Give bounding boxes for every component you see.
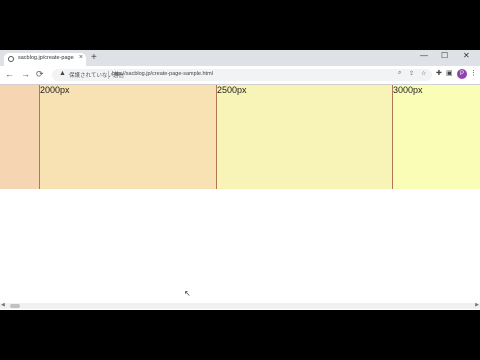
toolbar: ← → ⟳ ▲ 保護されていない通信 http://sacblog.jp/cre… <box>0 66 480 85</box>
share-icon[interactable]: ⇪ <box>409 70 414 77</box>
band-label: 3000px <box>393 85 423 95</box>
band-label: 2000px <box>40 85 70 95</box>
forward-button[interactable]: → <box>21 69 30 79</box>
window-close-button[interactable]: ✕ <box>463 51 470 60</box>
width-band-2000: 2000px <box>39 85 217 189</box>
scrollbar-thumb[interactable] <box>10 304 20 308</box>
zoom-icon[interactable]: ⌕ <box>398 70 401 77</box>
extensions-icon[interactable]: ✚ <box>436 69 442 77</box>
width-band-1500 <box>0 85 39 189</box>
band-label: 2500px <box>217 85 247 95</box>
maximize-button[interactable]: ☐ <box>441 51 448 60</box>
sidebar-icon[interactable]: ▣ <box>446 69 453 77</box>
omnibox-divider <box>108 71 109 79</box>
width-band-3000: 3000px <box>392 85 480 189</box>
address-bar[interactable]: ▲ 保護されていない通信 http://sacblog.jp/create-pa… <box>52 69 432 81</box>
reload-button[interactable]: ⟳ <box>36 69 44 79</box>
minimize-button[interactable]: — <box>420 51 428 60</box>
width-band-2500: 2500px <box>216 85 393 189</box>
tab-strip: sacblog.jp/create-page-sample × + — ☐ ✕ <box>0 50 480 66</box>
horizontal-scrollbar[interactable]: ◀ ▶ <box>0 302 480 309</box>
globe-icon <box>8 56 14 62</box>
scroll-left-icon[interactable]: ◀ <box>1 302 5 308</box>
page-content: 2000px 2500px 3000px ↖ <box>0 85 480 303</box>
tab-title: sacblog.jp/create-page-sample <box>18 55 74 61</box>
back-button[interactable]: ← <box>5 69 14 79</box>
scroll-right-icon[interactable]: ▶ <box>475 302 479 308</box>
menu-kebab-icon[interactable]: ⋮ <box>470 69 477 77</box>
new-tab-button[interactable]: + <box>91 53 97 63</box>
profile-avatar[interactable]: P <box>457 69 467 79</box>
bookmark-star-icon[interactable]: ☆ <box>421 70 426 77</box>
url-text[interactable]: http://sacblog.jp/create-page-sample.htm… <box>112 71 213 77</box>
warning-icon[interactable]: ▲ <box>59 70 66 77</box>
mouse-cursor-icon: ↖ <box>184 289 191 298</box>
tab-close-icon[interactable]: × <box>79 54 83 61</box>
tab-active[interactable]: sacblog.jp/create-page-sample × <box>4 53 86 66</box>
browser-window: sacblog.jp/create-page-sample × + — ☐ ✕ … <box>0 50 480 310</box>
